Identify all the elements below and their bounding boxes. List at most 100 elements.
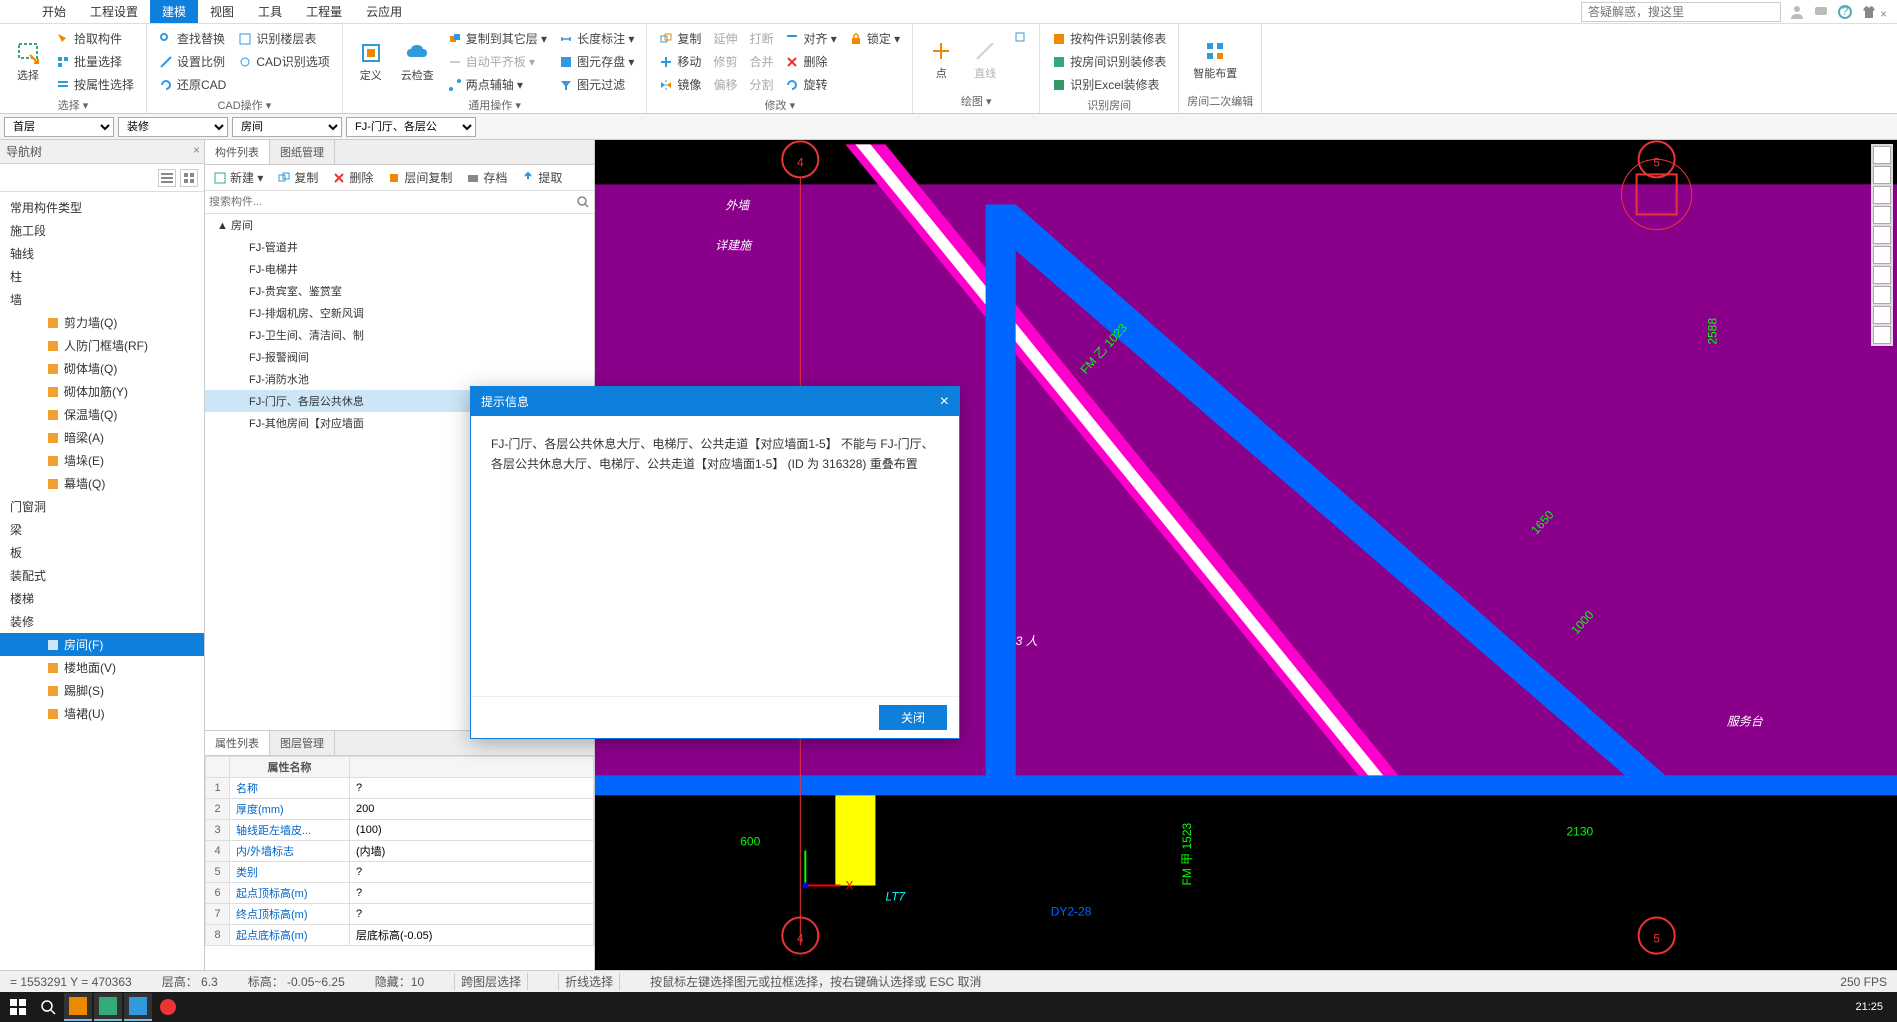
nav-item[interactable]: 人防门框墙(RF) xyxy=(0,334,204,357)
status-cross-floor-button[interactable]: 跨图层选择 xyxy=(454,973,528,990)
component-item[interactable]: FJ-管道井 xyxy=(205,236,594,258)
extract-button[interactable]: 提取 xyxy=(517,167,566,188)
mirror-button[interactable]: 镜像 xyxy=(655,74,705,95)
set-scale-button[interactable]: 设置比例 xyxy=(155,51,230,72)
nav-item[interactable]: 楼地面(V) xyxy=(0,656,204,679)
nav-item[interactable]: 墙 xyxy=(0,288,204,311)
taskbar-start-icon[interactable] xyxy=(4,993,32,1021)
delete-component-button[interactable]: 删除 xyxy=(328,167,377,188)
cad-recognize-options-button[interactable]: CAD识别选项 xyxy=(234,51,333,72)
chat-icon[interactable] xyxy=(1813,4,1829,20)
property-row[interactable]: 6起点顶标高(m)? xyxy=(206,883,594,904)
prop-row-value[interactable]: 层底标高(-0.05) xyxy=(350,925,594,946)
menu-tools[interactable]: 工具 xyxy=(246,0,294,23)
nav-item[interactable]: 保温墙(Q) xyxy=(0,403,204,426)
nav-item[interactable]: 装配式 xyxy=(0,564,204,587)
archive-button[interactable]: 存档 xyxy=(462,167,511,188)
search-icon[interactable] xyxy=(576,195,590,209)
property-row[interactable]: 5类别? xyxy=(206,862,594,883)
recognize-by-room-button[interactable]: 按房间识别装修表 xyxy=(1048,51,1170,72)
status-polyline-button[interactable]: 折线选择 xyxy=(558,973,620,990)
canvas-tool-2[interactable] xyxy=(1873,166,1891,184)
global-search-input[interactable] xyxy=(1581,2,1781,22)
copy-component-button[interactable]: 复制 xyxy=(273,167,322,188)
prop-row-value[interactable]: ? xyxy=(350,883,594,904)
point-button[interactable]: 点 xyxy=(921,28,961,91)
tab-component-list[interactable]: 构件列表 xyxy=(205,140,270,164)
element-save-button[interactable]: 图元存盘 ▾ xyxy=(555,51,638,72)
user-icon[interactable] xyxy=(1789,4,1805,20)
nav-item[interactable]: 墙裙(U) xyxy=(0,702,204,725)
nav-item[interactable]: 施工段 xyxy=(0,219,204,242)
define-button[interactable]: 定义 xyxy=(351,28,391,95)
property-row[interactable]: 1名称? xyxy=(206,778,594,799)
align-button[interactable]: 对齐 ▾ xyxy=(781,28,840,49)
pick-component-button[interactable]: 拾取构件 xyxy=(52,28,138,49)
move-button[interactable]: 移动 xyxy=(655,51,705,72)
prop-row-value[interactable]: 200 xyxy=(350,799,594,820)
menu-modeling[interactable]: 建模 xyxy=(150,0,198,23)
taskbar-app1-icon[interactable] xyxy=(64,993,92,1021)
canvas-tool-7[interactable] xyxy=(1873,266,1891,284)
canvas-tool-1[interactable] xyxy=(1873,146,1891,164)
lock-button[interactable]: 锁定 ▾ xyxy=(845,28,904,49)
property-row[interactable]: 8起点底标高(m)层底标高(-0.05) xyxy=(206,925,594,946)
nav-item[interactable]: 砌体加筋(Y) xyxy=(0,380,204,403)
rotate-button[interactable]: 旋转 xyxy=(781,74,840,95)
select-button[interactable]: 选择 xyxy=(8,28,48,95)
property-row[interactable]: 2厚度(mm)200 xyxy=(206,799,594,820)
nav-item[interactable]: 墙垛(E) xyxy=(0,449,204,472)
delete-button[interactable]: 删除 xyxy=(781,51,840,72)
nav-panel-close-icon[interactable]: × xyxy=(193,143,200,157)
recognize-by-component-button[interactable]: 按构件识别装修表 xyxy=(1048,28,1170,49)
component-item[interactable]: FJ-贵宾室、鉴赏室 xyxy=(205,280,594,302)
restore-cad-button[interactable]: 还原CAD xyxy=(155,74,230,95)
comp-panel-close-icon[interactable]: × xyxy=(1874,3,1893,25)
canvas-tool-6[interactable] xyxy=(1873,246,1891,264)
category-combo[interactable]: 装修 xyxy=(118,117,228,137)
select-by-property-button[interactable]: 按属性选择 xyxy=(52,74,138,95)
nav-item[interactable]: 常用构件类型 xyxy=(0,196,204,219)
dialog-close-button[interactable]: 关闭 xyxy=(879,705,947,730)
recognize-excel-button[interactable]: 识别Excel装修表 xyxy=(1048,74,1170,95)
menu-quantity[interactable]: 工程量 xyxy=(294,0,354,23)
prop-row-value[interactable]: (100) xyxy=(350,820,594,841)
tab-drawing-manage[interactable]: 图纸管理 xyxy=(270,140,335,164)
nav-grid-view-icon[interactable] xyxy=(180,169,198,187)
help-icon[interactable]: ? xyxy=(1837,4,1853,20)
property-row[interactable]: 4内/外墙标志(内墙) xyxy=(206,841,594,862)
component-item[interactable]: FJ-电梯井 xyxy=(205,258,594,280)
prop-row-value[interactable]: ? xyxy=(350,778,594,799)
new-component-button[interactable]: 新建 ▾ xyxy=(209,167,267,188)
tab-layer-manage[interactable]: 图层管理 xyxy=(270,731,335,755)
find-replace-button[interactable]: 查找替换 xyxy=(155,28,230,49)
nav-list-view-icon[interactable] xyxy=(158,169,176,187)
copy-to-other-floor-button[interactable]: 复制到其它层 ▾ xyxy=(444,28,551,49)
canvas-tool-3[interactable] xyxy=(1873,186,1891,204)
component-combo[interactable]: FJ-门厅、各层公 xyxy=(346,117,476,137)
nav-item[interactable]: 暗梁(A) xyxy=(0,426,204,449)
prop-row-value[interactable]: (内墙) xyxy=(350,841,594,862)
menu-cloud[interactable]: 云应用 xyxy=(354,0,414,23)
property-row[interactable]: 7终点顶标高(m)? xyxy=(206,904,594,925)
taskbar-app2-icon[interactable] xyxy=(94,993,122,1021)
menu-project-settings[interactable]: 工程设置 xyxy=(78,0,150,23)
nav-item[interactable]: 房间(F) xyxy=(0,633,204,656)
nav-item[interactable]: 柱 xyxy=(0,265,204,288)
component-item[interactable]: FJ-排烟机房、空新风调 xyxy=(205,302,594,324)
component-search-input[interactable] xyxy=(209,196,576,208)
canvas-tool-9[interactable] xyxy=(1873,306,1891,324)
taskbar-app4-icon[interactable] xyxy=(154,993,182,1021)
copy-button[interactable]: 复制 xyxy=(655,28,705,49)
floor-combo[interactable]: 首层 xyxy=(4,117,114,137)
nav-item[interactable]: 板 xyxy=(0,541,204,564)
nav-item[interactable]: 梁 xyxy=(0,518,204,541)
taskbar-clock[interactable]: 21:25 xyxy=(1855,1001,1893,1013)
smart-layout-button[interactable]: 智能布置 xyxy=(1187,28,1243,91)
nav-item[interactable]: 剪力墙(Q) xyxy=(0,311,204,334)
canvas-tool-5[interactable] xyxy=(1873,226,1891,244)
type-combo[interactable]: 房间 xyxy=(232,117,342,137)
prop-row-value[interactable]: ? xyxy=(350,904,594,925)
recognize-floor-table-button[interactable]: 识别楼层表 xyxy=(234,28,333,49)
nav-item[interactable]: 踢脚(S) xyxy=(0,679,204,702)
